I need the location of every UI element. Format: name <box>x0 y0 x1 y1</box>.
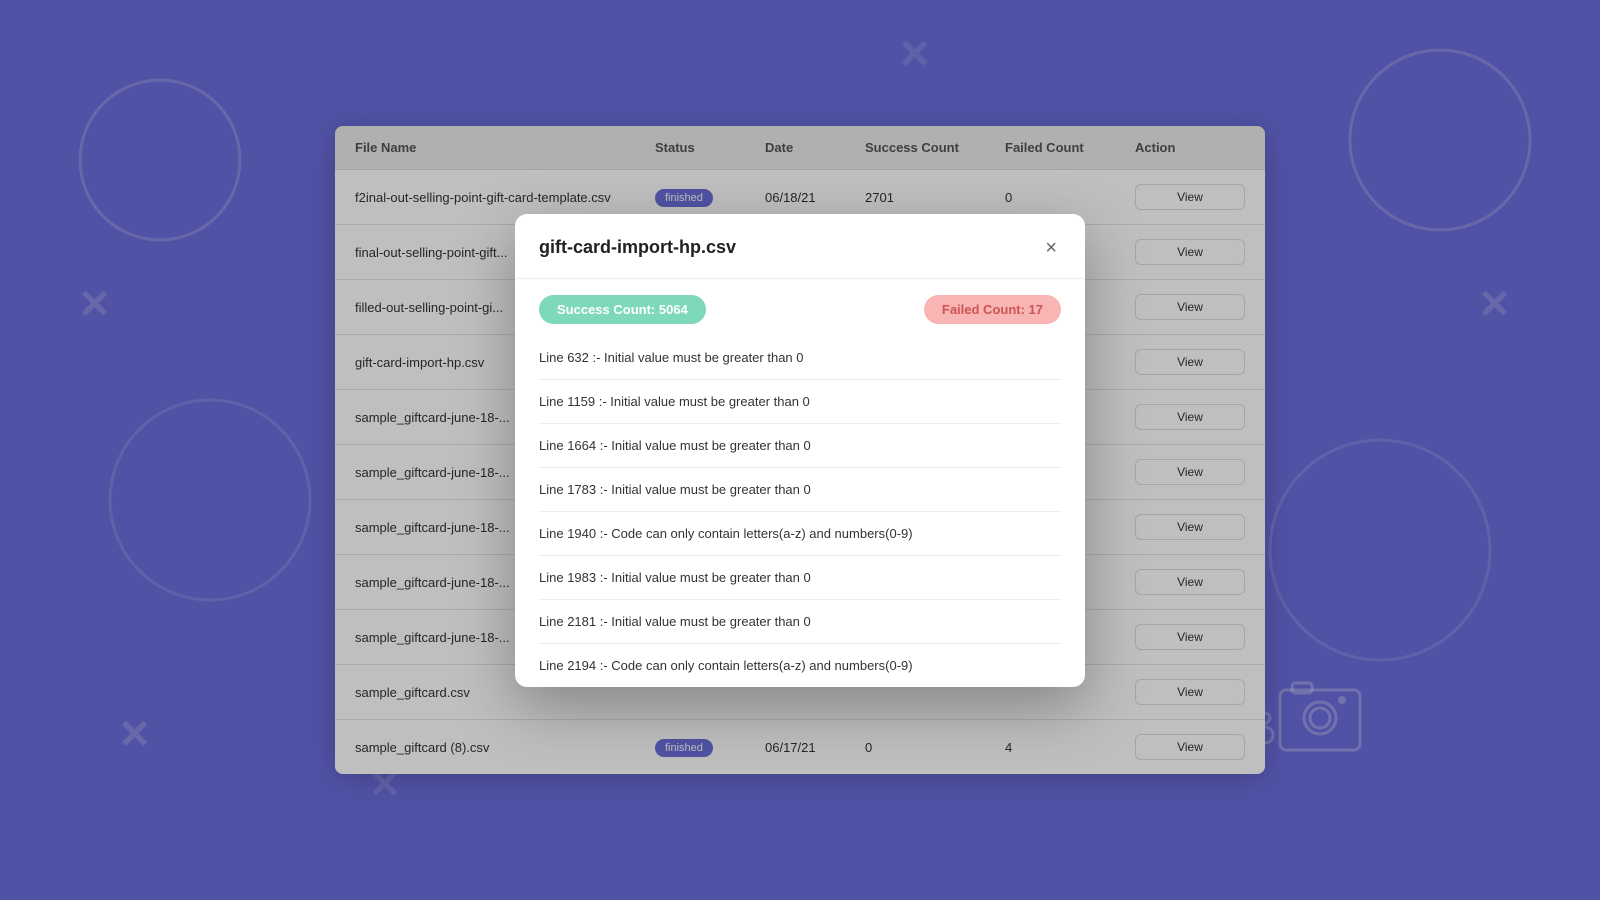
modal: gift-card-import-hp.csv × Success Count:… <box>515 214 1085 687</box>
error-item: Line 1664 :- Initial value must be great… <box>539 424 1061 468</box>
close-button[interactable]: × <box>1041 234 1061 262</box>
failed-count-badge: Failed Count: 17 <box>924 295 1061 324</box>
error-item: Line 2194 :- Code can only contain lette… <box>539 644 1061 687</box>
modal-body[interactable]: Line 632 :- Initial value must be greate… <box>515 336 1085 687</box>
error-item: Line 1983 :- Initial value must be great… <box>539 556 1061 600</box>
modal-header: gift-card-import-hp.csv × <box>515 214 1085 279</box>
error-item: Line 1159 :- Initial value must be great… <box>539 380 1061 424</box>
error-item: Line 1783 :- Initial value must be great… <box>539 468 1061 512</box>
modal-title: gift-card-import-hp.csv <box>539 237 736 258</box>
modal-overlay: gift-card-import-hp.csv × Success Count:… <box>0 0 1600 900</box>
success-count-badge: Success Count: 5064 <box>539 295 706 324</box>
error-item: Line 1940 :- Code can only contain lette… <box>539 512 1061 556</box>
error-item: Line 2181 :- Initial value must be great… <box>539 600 1061 644</box>
modal-stats: Success Count: 5064 Failed Count: 17 <box>515 279 1085 336</box>
error-item: Line 632 :- Initial value must be greate… <box>539 336 1061 380</box>
